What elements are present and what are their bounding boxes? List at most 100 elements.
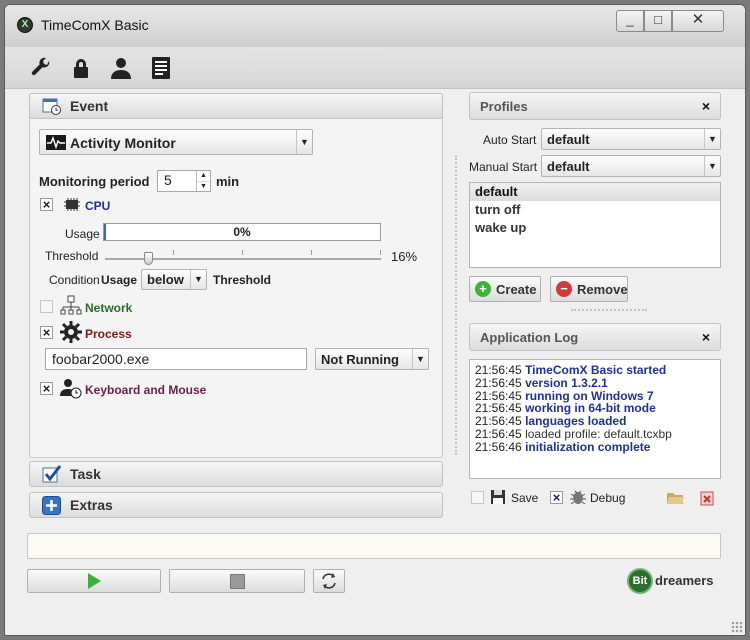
- cpu-threshold-slider[interactable]: [105, 250, 381, 265]
- bitdreamers-logo[interactable]: Bit dreamers: [627, 568, 719, 594]
- chevron-down-icon: ▼: [704, 129, 720, 149]
- process-name-input[interactable]: foobar2000.exe: [45, 348, 307, 370]
- list-item[interactable]: turn off: [470, 201, 720, 219]
- chevron-down-icon: ▼: [296, 130, 312, 154]
- status-bar: [27, 533, 721, 559]
- keyboard-mouse-label: Keyboard and Mouse: [85, 383, 207, 397]
- extras-section-header[interactable]: Extras: [29, 492, 443, 518]
- log-entry: 21:56:46 initialization complete: [475, 439, 715, 454]
- app-log-list[interactable]: 21:56:45 TimeComX Basic started 21:56:45…: [469, 359, 721, 479]
- cpu-label: CPU: [85, 199, 111, 213]
- network-label: Network: [85, 301, 133, 315]
- play-icon: [88, 573, 101, 589]
- extras-header-label: Extras: [70, 497, 113, 513]
- minimize-button[interactable]: _: [616, 10, 644, 32]
- panel-splitter-horizontal[interactable]: [571, 309, 647, 311]
- monitoring-period-value: 5: [164, 172, 172, 188]
- user-icon[interactable]: [109, 56, 133, 80]
- cpu-threshold-label: Threshold: [45, 249, 99, 263]
- process-state-select[interactable]: Not Running ▼: [315, 348, 429, 370]
- stepper-down-icon[interactable]: ▼: [196, 181, 210, 191]
- condition-usage-label: Usage: [101, 273, 138, 287]
- condition-label: Condition: [49, 273, 100, 287]
- remove-icon: −: [556, 281, 572, 297]
- monitoring-period-stepper[interactable]: 5 ▲ ▼: [157, 170, 211, 192]
- calendar-clock-icon: [42, 98, 61, 115]
- app-log-section-header[interactable]: Application Log ×: [469, 323, 721, 351]
- chevron-down-icon: ▼: [704, 156, 720, 176]
- toolbar: [5, 47, 745, 89]
- resize-grip[interactable]: [731, 621, 743, 633]
- app-window: X TimeComX Basic _ □ ✕ Event Activity Mo…: [4, 4, 746, 636]
- user-clock-icon: [60, 379, 82, 399]
- app-log-close-icon[interactable]: ×: [702, 329, 710, 345]
- save-log-checkbox[interactable]: [471, 491, 484, 504]
- refresh-button[interactable]: [313, 569, 345, 593]
- condition-threshold-label: Threshold: [213, 273, 272, 287]
- cpu-usage-label: Usage: [65, 227, 100, 241]
- remove-button-label: Remove: [577, 282, 628, 297]
- save-log-label: Save: [511, 491, 539, 505]
- task-section-header[interactable]: Task: [29, 461, 443, 487]
- stepper-up-icon[interactable]: ▲: [196, 171, 210, 181]
- gear-icon: [60, 321, 82, 343]
- bug-icon: [570, 490, 586, 505]
- list-item[interactable]: default: [470, 183, 720, 201]
- manual-start-value: default: [547, 159, 590, 174]
- process-state-value: Not Running: [321, 352, 399, 367]
- create-button-label: Create: [496, 282, 537, 297]
- window-title: TimeComX Basic: [41, 17, 149, 33]
- event-section-header[interactable]: Event: [29, 93, 443, 119]
- log-message: initialization complete: [525, 439, 651, 454]
- brand-badge: Bit: [627, 568, 653, 594]
- close-button[interactable]: ✕: [672, 10, 724, 32]
- open-folder-icon[interactable]: [667, 490, 684, 505]
- auto-start-label: Auto Start: [483, 133, 537, 147]
- cpu-threshold-value: 16%: [391, 249, 418, 264]
- manual-start-label: Manual Start: [469, 160, 538, 174]
- maximize-button[interactable]: □: [644, 10, 672, 32]
- cpu-chip-icon: [64, 198, 80, 211]
- log-time: 21:56:46: [475, 439, 522, 454]
- delete-log-icon[interactable]: [699, 489, 715, 506]
- document-icon[interactable]: [149, 56, 173, 80]
- network-checkbox[interactable]: [40, 300, 53, 313]
- stop-button[interactable]: [169, 569, 305, 593]
- plus-icon: [42, 496, 61, 515]
- cpu-usage-bar: 0%: [103, 223, 381, 241]
- brand-name: dreamers: [655, 573, 714, 588]
- lock-icon[interactable]: [69, 56, 93, 80]
- keyboard-mouse-checkbox[interactable]: ×: [40, 382, 53, 395]
- list-item[interactable]: wake up: [470, 219, 720, 237]
- add-icon: +: [475, 281, 491, 297]
- remove-profile-button[interactable]: − Remove: [550, 276, 628, 302]
- wrench-icon[interactable]: [29, 56, 53, 80]
- network-icon: [60, 295, 82, 315]
- checkmark-icon: [42, 465, 62, 483]
- slider-tick: [242, 250, 243, 255]
- panel-splitter[interactable]: [455, 155, 457, 455]
- profiles-section-header[interactable]: Profiles ×: [469, 92, 721, 120]
- debug-checkbox[interactable]: ×: [550, 491, 563, 504]
- process-name-value: foobar2000.exe: [52, 351, 150, 367]
- profiles-list[interactable]: default turn off wake up: [469, 182, 721, 268]
- activity-monitor-icon: [46, 135, 66, 150]
- condition-operator-value: below: [147, 272, 184, 287]
- condition-operator-select[interactable]: below ▼: [141, 269, 207, 290]
- cpu-threshold-slider-handle[interactable]: [144, 252, 153, 265]
- monitor-type-select[interactable]: Activity Monitor ▼: [39, 129, 313, 155]
- start-button[interactable]: [27, 569, 161, 593]
- floppy-disk-icon: [491, 490, 505, 504]
- app-log-header-label: Application Log: [480, 330, 579, 345]
- profiles-close-icon[interactable]: ×: [702, 98, 710, 114]
- process-checkbox[interactable]: ×: [40, 326, 53, 339]
- cpu-checkbox[interactable]: ×: [40, 198, 53, 211]
- auto-start-select[interactable]: default ▼: [541, 128, 721, 150]
- chevron-down-icon: ▼: [412, 349, 428, 369]
- stop-icon: [230, 574, 245, 589]
- refresh-icon: [322, 573, 336, 589]
- event-header-label: Event: [70, 98, 109, 114]
- manual-start-select[interactable]: default ▼: [541, 155, 721, 177]
- create-profile-button[interactable]: + Create: [469, 276, 541, 302]
- title-bar[interactable]: X TimeComX Basic _ □ ✕: [5, 5, 745, 47]
